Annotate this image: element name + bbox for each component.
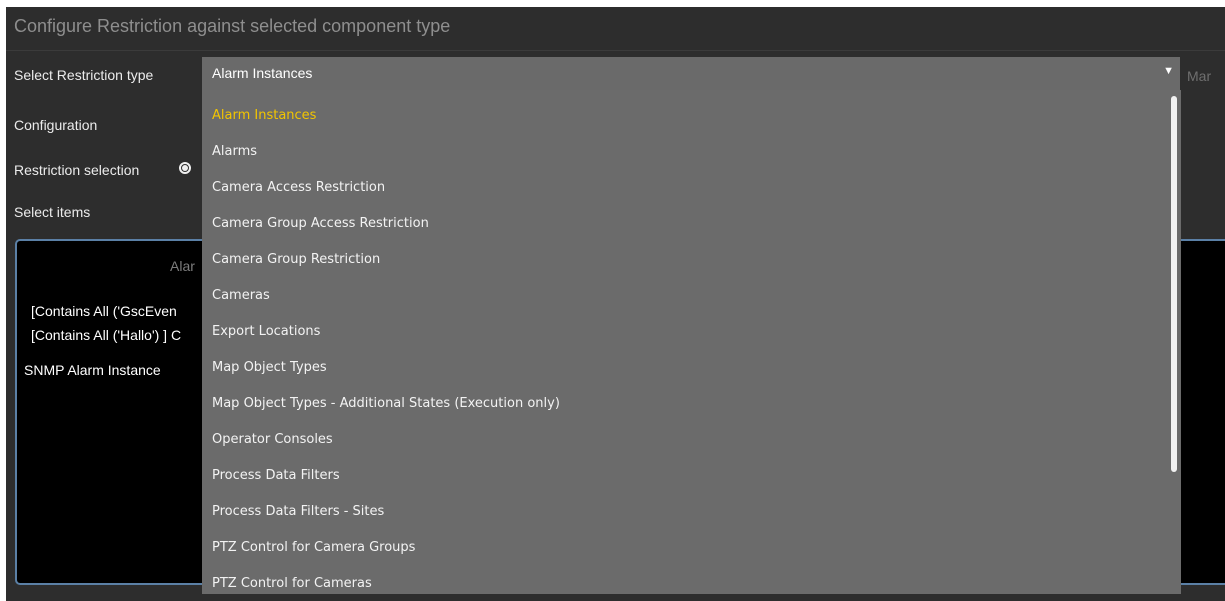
dropdown-option-map-object-types-additional-states[interactable]: Map Object Types - Additional States (Ex… <box>212 396 560 411</box>
restriction-type-label: Select Restriction type <box>14 67 154 83</box>
dropdown-option-alarms[interactable]: Alarms <box>212 144 257 159</box>
truncated-right-label: Mar <box>1187 68 1212 84</box>
dropdown-option-alarm-instances[interactable]: Alarm Instances <box>212 108 316 123</box>
dropdown-option-ptz-control-cameras[interactable]: PTZ Control for Cameras <box>212 576 372 591</box>
radio-selected-dot <box>182 165 188 171</box>
restriction-selection-radio[interactable] <box>179 162 191 174</box>
list-item[interactable]: SNMP Alarm Instance <box>24 362 161 378</box>
title-divider <box>6 50 1225 51</box>
restriction-type-select[interactable]: Alarm Instances ▼ <box>202 57 1180 90</box>
dropdown-option-ptz-control-camera-groups[interactable]: PTZ Control for Camera Groups <box>212 540 415 555</box>
dropdown-option-export-locations[interactable]: Export Locations <box>212 324 320 339</box>
dropdown-option-camera-access-restriction[interactable]: Camera Access Restriction <box>212 180 385 195</box>
list-item[interactable]: [Contains All ('Hallo') ] C <box>31 327 181 343</box>
list-item[interactable]: [Contains All ('GscEven <box>31 303 177 319</box>
dropdown-scrollbar[interactable] <box>1171 96 1177 472</box>
select-items-label: Select items <box>14 204 91 220</box>
dropdown-option-camera-group-restriction[interactable]: Camera Group Restriction <box>212 252 380 267</box>
restriction-type-dropdown-list[interactable]: Alarm Instances Alarms Camera Access Res… <box>202 90 1181 594</box>
dropdown-option-camera-group-access-restriction[interactable]: Camera Group Access Restriction <box>212 216 429 231</box>
restriction-selection-label: Restriction selection <box>14 162 140 178</box>
restriction-type-value: Alarm Instances <box>212 65 313 81</box>
dropdown-option-process-data-filters[interactable]: Process Data Filters <box>212 468 340 483</box>
configuration-label: Configuration <box>14 117 98 133</box>
dropdown-arrow-icon[interactable]: ▼ <box>1163 65 1174 77</box>
dropdown-option-process-data-filters-sites[interactable]: Process Data Filters - Sites <box>212 504 384 519</box>
restriction-dialog: Configure Restriction against selected c… <box>6 7 1225 601</box>
dialog-title: Configure Restriction against selected c… <box>14 16 451 36</box>
items-column-header: Alar <box>170 258 195 274</box>
dropdown-option-cameras[interactable]: Cameras <box>212 288 270 303</box>
dropdown-option-map-object-types[interactable]: Map Object Types <box>212 360 327 375</box>
dropdown-option-operator-consoles[interactable]: Operator Consoles <box>212 432 333 447</box>
